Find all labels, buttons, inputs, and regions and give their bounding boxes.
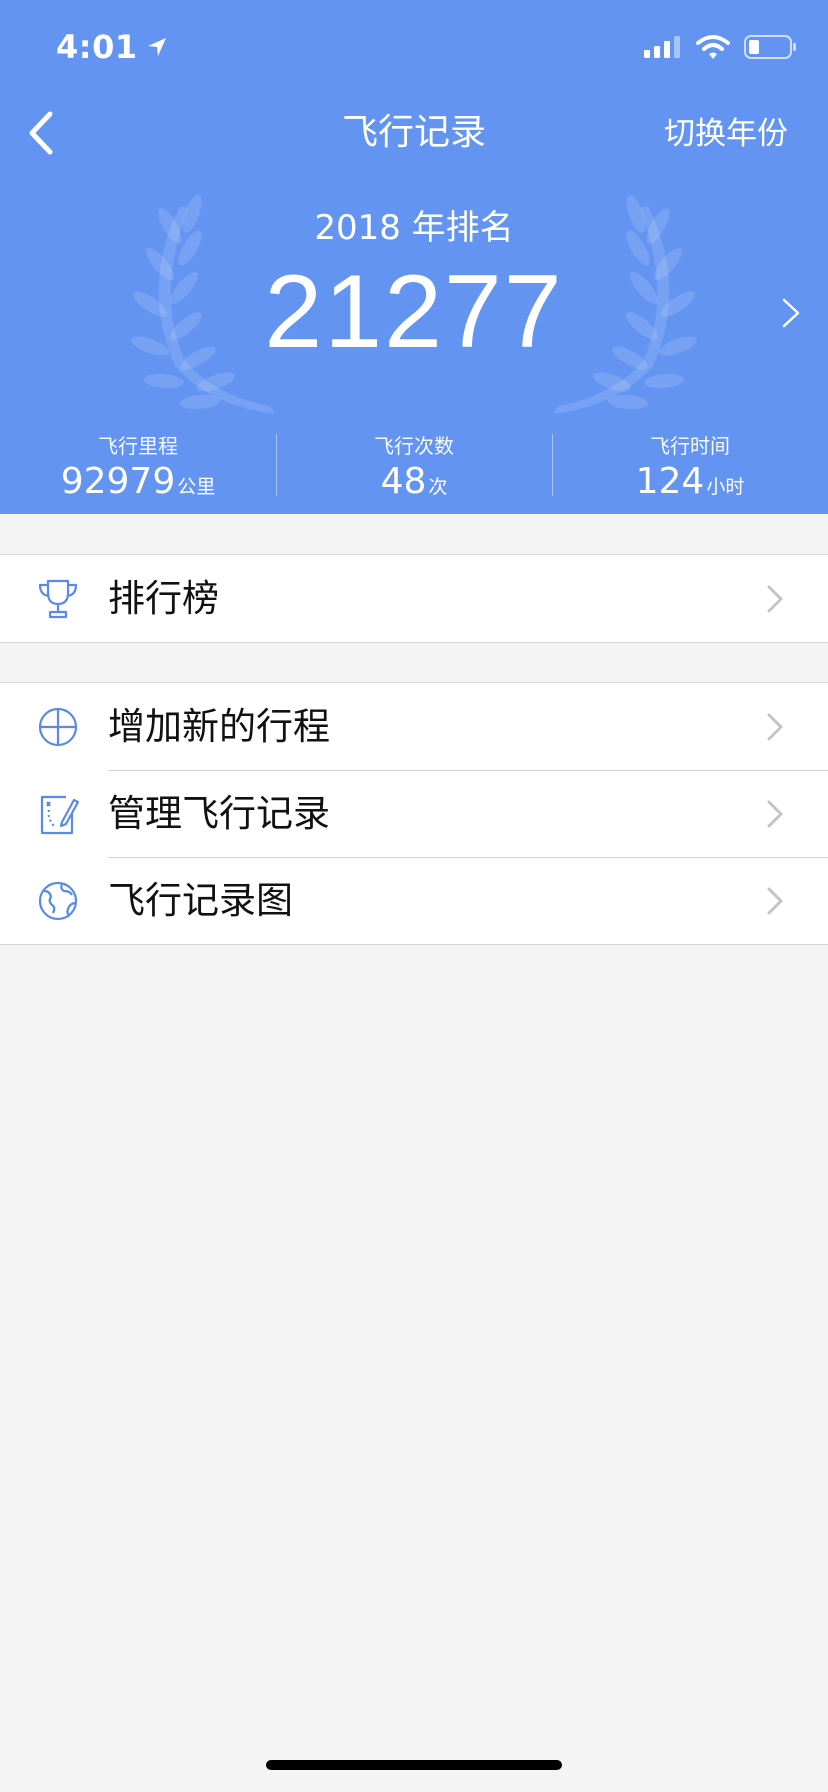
- stat-value: 92979 公里: [0, 460, 276, 509]
- rank-year-label: 2018 年排名: [314, 208, 514, 248]
- status-icons: [644, 34, 798, 60]
- status-time: 4:01: [56, 28, 168, 66]
- leaderboard-row[interactable]: 排行榜: [0, 555, 828, 642]
- chevron-right-icon: [767, 713, 783, 741]
- header-banner: 4:01 飞行记录 切换年份 2018 年排名 21277 飞行里程 92979…: [0, 0, 828, 514]
- add-circle-icon: [38, 707, 78, 747]
- stat-number: 124: [635, 461, 705, 502]
- location-arrow-icon: [147, 38, 166, 56]
- manage-records-row[interactable]: 管理飞行记录: [0, 770, 828, 857]
- status-time-text: 4:01: [56, 28, 138, 66]
- home-indicator[interactable]: [266, 1760, 562, 1770]
- stat-value: 124 小时: [552, 460, 828, 509]
- stat-label: 飞行里程: [98, 434, 178, 458]
- chevron-right-icon: [767, 887, 783, 915]
- stat-label: 飞行时间: [650, 434, 730, 458]
- stat-hours: 飞行时间 124 小时: [552, 432, 828, 504]
- records-map-label: 飞行记录图: [108, 879, 293, 922]
- globe-icon: [38, 881, 78, 921]
- edit-route-icon: [40, 795, 80, 835]
- trophy-icon: [38, 579, 78, 619]
- add-trip-label: 增加新的行程: [108, 705, 330, 748]
- chevron-right-icon[interactable]: [778, 296, 804, 330]
- stat-label: 飞行次数: [374, 434, 454, 458]
- chevron-right-icon: [767, 585, 783, 613]
- battery-icon: [744, 35, 796, 59]
- stat-number: 48: [380, 461, 427, 502]
- wifi-icon: [696, 35, 730, 59]
- stat-unit: 公里: [177, 476, 216, 498]
- stat-number: 92979: [60, 461, 176, 502]
- menu-group-records: 增加新的行程 管理飞行记录 飞行记录图: [0, 682, 828, 945]
- signal-icon: [644, 36, 680, 58]
- stats-bar: 飞行里程 92979 公里 飞行次数 48 次 飞行时间 124 小时: [0, 432, 828, 504]
- stat-unit: 次: [428, 476, 448, 498]
- manage-records-label: 管理飞行记录: [108, 792, 330, 835]
- records-map-row[interactable]: 飞行记录图: [0, 857, 828, 944]
- rank-value[interactable]: 21277: [0, 252, 828, 372]
- leaderboard-label: 排行榜: [108, 577, 219, 620]
- chevron-right-icon: [767, 800, 783, 828]
- menu-group-leaderboard: 排行榜: [0, 554, 828, 643]
- stat-unit: 小时: [706, 476, 745, 498]
- stat-distance: 飞行里程 92979 公里: [0, 432, 276, 504]
- switch-year-button[interactable]: 切换年份: [664, 108, 788, 153]
- stat-value: 48 次: [276, 460, 552, 509]
- stat-flights: 飞行次数 48 次: [276, 432, 552, 504]
- add-trip-row[interactable]: 增加新的行程: [0, 683, 828, 770]
